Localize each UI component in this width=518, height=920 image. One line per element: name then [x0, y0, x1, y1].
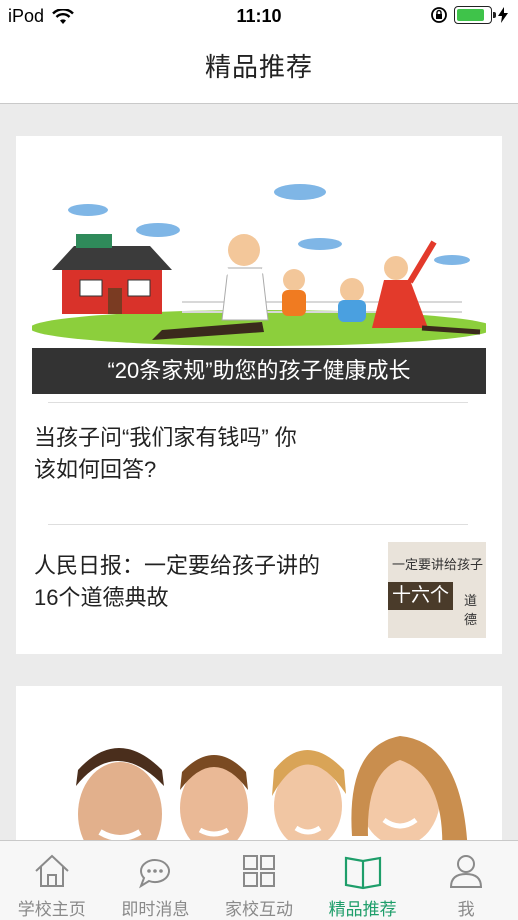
hero-caption: “20条家规”助您的孩子健康成长	[32, 348, 486, 394]
article-title[interactable]: 人民日报：一定要给孩子讲的 16个道德典故	[34, 550, 384, 614]
article-thumbnail[interactable]: 一定要讲给孩子 十六个 道德	[388, 542, 486, 638]
battery-icon	[454, 6, 496, 24]
tab-school-home[interactable]: 学校主页	[0, 841, 104, 920]
thumbnail-text: 道德	[464, 593, 478, 627]
person-icon	[450, 855, 483, 888]
chat-icon	[139, 859, 171, 889]
tab-label: 我	[457, 900, 475, 919]
tab-label: 即时消息	[121, 900, 190, 919]
rotation-lock-icon	[431, 7, 447, 23]
book-icon	[344, 856, 381, 890]
divider	[48, 402, 468, 403]
tab-me[interactable]: 我	[414, 841, 518, 920]
status-bar: iPod 11:10	[0, 0, 518, 34]
recommendation-card[interactable]: “20条家规”助您的孩子健康成长 当孩子问“我们家有钱吗” 你 该如何回答? 人…	[16, 136, 502, 654]
family-photo[interactable]	[16, 686, 502, 856]
battery-fill	[457, 9, 485, 21]
home-icon	[35, 854, 69, 887]
tab-label: 家校互动	[224, 900, 293, 919]
grid-icon	[242, 855, 275, 887]
tab-instant-messages[interactable]: 即时消息	[104, 841, 208, 920]
tab-bar: 学校主页 即时消息 家校互动 精品推荐 我	[0, 840, 518, 920]
charging-icon	[498, 7, 508, 23]
article-title[interactable]: 当孩子问“我们家有钱吗” 你 该如何回答?	[34, 422, 394, 486]
tab-label: 精品推荐	[328, 900, 397, 919]
thumbnail-text: 一定要讲给孩子	[392, 557, 484, 572]
tab-recommended[interactable]: 精品推荐	[311, 841, 415, 920]
page-title: 精品推荐	[204, 52, 313, 82]
thumbnail-text: 十六个	[388, 582, 454, 610]
tab-home-school[interactable]: 家校互动	[207, 841, 311, 920]
recommendation-card[interactable]	[16, 686, 502, 856]
hero-image[interactable]	[32, 150, 486, 350]
divider	[48, 524, 468, 525]
navigation-bar: 精品推荐	[0, 34, 518, 104]
tab-label: 学校主页	[17, 900, 86, 919]
